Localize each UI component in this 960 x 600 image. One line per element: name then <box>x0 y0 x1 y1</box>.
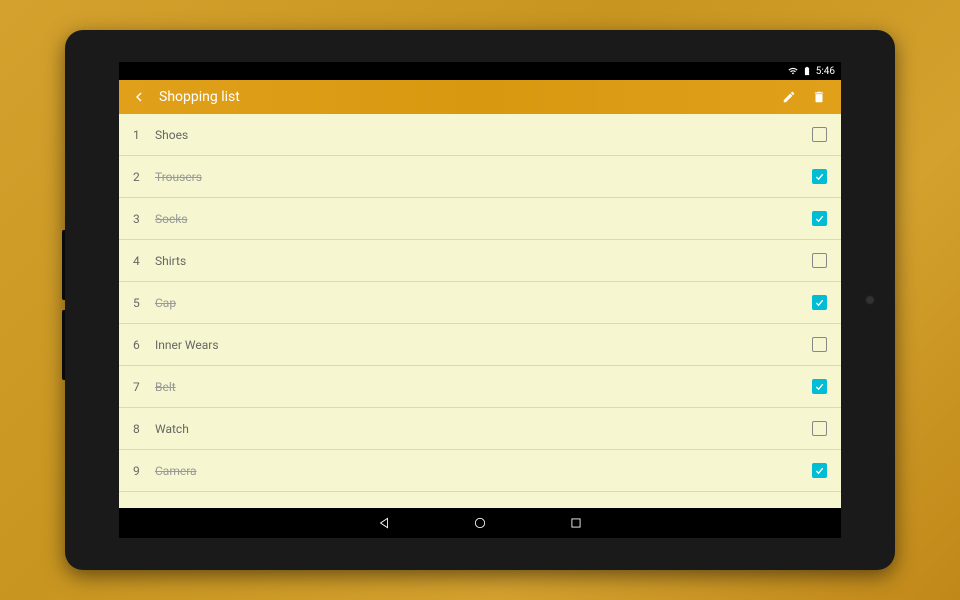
nav-recent-button[interactable] <box>568 515 584 531</box>
item-label: Camera <box>155 464 812 478</box>
edit-button[interactable] <box>777 85 801 109</box>
item-checkbox[interactable] <box>812 421 827 436</box>
circle-home-icon <box>473 516 487 530</box>
nav-back-button[interactable] <box>376 515 392 531</box>
triangle-back-icon <box>377 516 391 530</box>
item-number: 4 <box>133 254 151 268</box>
delete-button[interactable] <box>807 85 831 109</box>
list-item[interactable]: 6 Inner Wears <box>119 324 841 366</box>
wifi-icon <box>788 66 798 76</box>
item-number: 5 <box>133 296 151 310</box>
item-label: Watch <box>155 422 812 436</box>
item-label: Trousers <box>155 170 812 184</box>
list-item[interactable]: 3 Socks <box>119 198 841 240</box>
list-item[interactable]: 7 Belt <box>119 366 841 408</box>
item-checkbox[interactable] <box>812 127 827 142</box>
item-number: 1 <box>133 128 151 142</box>
app-bar: Shopping list <box>119 80 841 114</box>
item-label: Socks <box>155 212 812 226</box>
tablet-frame: 5:46 Shopping list 1 Shoes 2 Trousers 3 Socks… <box>65 30 895 570</box>
tablet-volume-down <box>62 310 65 380</box>
list-item[interactable]: 8 Watch <box>119 408 841 450</box>
item-number: 6 <box>133 338 151 352</box>
item-checkbox[interactable] <box>812 211 827 226</box>
list-item[interactable]: 1 Shoes <box>119 114 841 156</box>
list-item[interactable]: 9 Camera <box>119 450 841 492</box>
navigation-bar <box>119 508 841 538</box>
nav-home-button[interactable] <box>472 515 488 531</box>
check-icon <box>814 381 825 392</box>
tablet-volume-up <box>62 230 65 300</box>
check-icon <box>814 213 825 224</box>
item-checkbox[interactable] <box>812 337 827 352</box>
item-checkbox[interactable] <box>812 379 827 394</box>
item-number: 3 <box>133 212 151 226</box>
item-checkbox[interactable] <box>812 253 827 268</box>
square-recent-icon <box>569 516 583 530</box>
shopping-list[interactable]: 1 Shoes 2 Trousers 3 Socks 4 Shirts 5 Cap 6 Inner W… <box>119 114 841 508</box>
check-icon <box>814 297 825 308</box>
status-time: 5:46 <box>816 66 835 77</box>
item-number: 9 <box>133 464 151 478</box>
battery-icon <box>802 66 812 76</box>
list-item[interactable]: 4 Shirts <box>119 240 841 282</box>
item-label: Cap <box>155 296 812 310</box>
item-number: 2 <box>133 170 151 184</box>
tablet-camera <box>865 295 875 305</box>
pencil-icon <box>782 90 796 104</box>
chevron-left-icon <box>131 89 147 105</box>
check-icon <box>814 171 825 182</box>
item-number: 8 <box>133 422 151 436</box>
screen: 5:46 Shopping list 1 Shoes 2 Trousers 3 Socks… <box>119 62 841 538</box>
item-checkbox[interactable] <box>812 463 827 478</box>
list-item[interactable]: 5 Cap <box>119 282 841 324</box>
back-button[interactable] <box>129 87 149 107</box>
item-number: 7 <box>133 380 151 394</box>
trash-icon <box>812 90 826 104</box>
item-checkbox[interactable] <box>812 295 827 310</box>
page-title: Shopping list <box>159 89 240 105</box>
item-label: Shirts <box>155 254 812 268</box>
item-label: Inner Wears <box>155 338 812 352</box>
check-icon <box>814 465 825 476</box>
list-item[interactable]: 2 Trousers <box>119 156 841 198</box>
status-bar: 5:46 <box>119 62 841 80</box>
item-label: Shoes <box>155 128 812 142</box>
item-checkbox[interactable] <box>812 169 827 184</box>
item-label: Belt <box>155 380 812 394</box>
